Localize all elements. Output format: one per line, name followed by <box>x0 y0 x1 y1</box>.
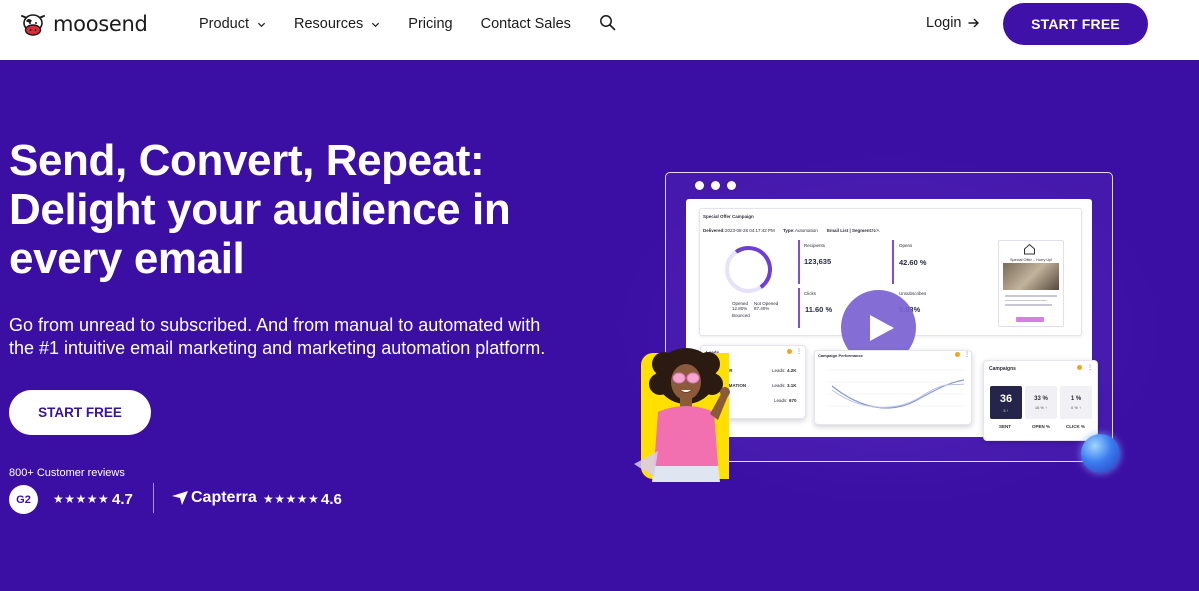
stat-label: Opens <box>899 243 913 248</box>
triangle-decoration-icon <box>634 451 658 477</box>
play-icon <box>869 314 894 341</box>
status-dot <box>787 349 792 354</box>
stat-value: 123,635 <box>804 257 832 266</box>
hero-subtitle: Go from unread to subscribed. And from m… <box>9 314 569 360</box>
stat-value: 11.60 % <box>805 305 833 314</box>
logo-wordmark: moosend <box>53 12 148 36</box>
hero-title-line: Delight your audience in <box>9 185 511 234</box>
login-link[interactable]: Login <box>926 15 980 31</box>
nav-item-contact-sales[interactable]: Contact Sales <box>481 16 571 32</box>
performance-line-chart <box>828 369 966 409</box>
stat-label: Unsubscribes <box>899 291 927 296</box>
open-stat-box: 33 % 16 % ↑ <box>1025 386 1057 419</box>
g2-rating: 4.7 <box>112 491 133 508</box>
reviews-label: 800+ Customer reviews <box>9 467 125 479</box>
click-label: CLICK % <box>1066 424 1085 429</box>
nav-item-product[interactable]: Product <box>199 16 266 32</box>
main-menu: Product Resources Pricing Contact Sales <box>199 0 599 48</box>
cow-logo-icon <box>21 14 45 36</box>
login-label: Login <box>926 15 962 31</box>
chevron-down-icon <box>372 22 380 27</box>
click-stat-box: 1 % 0 % ↑ <box>1060 386 1092 419</box>
legend-item: Bounced <box>732 313 750 318</box>
moosend-logo[interactable]: moosend <box>18 9 148 39</box>
lead-value: 3.1K <box>787 383 797 388</box>
lead-label: Leads: <box>772 383 786 388</box>
list-value: N/A <box>872 228 880 233</box>
nav-item-label: Product <box>199 16 249 32</box>
list-label: Email List | Segment: <box>827 228 873 233</box>
g2-logo-icon[interactable]: G2 <box>9 485 38 514</box>
stat-accent-line <box>798 240 800 284</box>
chevron-down-icon <box>257 22 266 27</box>
g2-stars: ★★★★★ <box>53 492 110 506</box>
sent-label: SENT <box>999 424 1012 429</box>
status-dot <box>1077 365 1082 370</box>
hero-subtitle-line: the #1 intuitive email marketing and mar… <box>9 338 546 358</box>
open-value: 33 % <box>1034 395 1048 402</box>
capterra-wordmark: Capterra <box>191 489 257 506</box>
campaigns-title: Campaigns <box>989 366 1016 372</box>
nav-item-label: Resources <box>293 16 364 32</box>
sent-value: 36 <box>999 392 1013 405</box>
stat-label: Clicks <box>804 291 816 296</box>
hero-start-free-button[interactable]: START FREE <box>9 390 151 435</box>
lead-value: 670 <box>789 398 797 403</box>
delivered-label: Delivered: <box>703 228 725 233</box>
type-label: Type: <box>783 228 795 233</box>
status-dot <box>955 352 960 357</box>
open-label: OPEN % <box>1032 424 1051 429</box>
lead-label: Leads: <box>772 368 786 373</box>
lead-label: Leads: <box>774 398 788 403</box>
start-free-button[interactable]: START FREE <box>1003 3 1148 45</box>
click-value: 1 % <box>1070 395 1082 402</box>
lead-value: 4.2K <box>787 368 797 373</box>
nav-item-label: Contact Sales <box>480 16 571 32</box>
hero-title: Send, Convert, Repeat: Delight your audi… <box>9 136 569 283</box>
delivered-value: 2023-08-28 04:17:42 PM <box>725 228 775 233</box>
stat-label: Recipients <box>804 243 826 248</box>
more-icon[interactable]: ⋮ <box>1087 364 1093 371</box>
sent-delta: 5 ↑ <box>1003 407 1009 413</box>
legend-value: 12.80% <box>732 306 748 311</box>
click-delta: 0 % ↑ <box>1070 404 1081 410</box>
capterra-stars: ★★★★★ <box>263 492 320 506</box>
open-delta: 16 % ↑ <box>1034 404 1048 410</box>
more-icon[interactable]: ⋮ <box>964 351 970 358</box>
stat-accent-line <box>798 288 800 328</box>
arrow-right-icon <box>968 18 980 28</box>
sent-stat-box: 36 5 ↑ <box>990 386 1022 419</box>
performance-title: Campaign Performance <box>818 353 863 358</box>
preview-cta <box>1016 317 1044 322</box>
search-icon[interactable] <box>599 14 616 31</box>
reviews-divider <box>153 483 154 513</box>
blue-sphere-decoration <box>1081 434 1120 473</box>
window-dots <box>695 181 743 190</box>
report-title: Special Offer Campaign <box>703 214 754 219</box>
top-navigation: moosend Product Resources Pricing Contac… <box>0 0 1199 60</box>
preview-text-lines <box>1005 295 1057 309</box>
nav-item-label: Pricing <box>408 16 453 32</box>
hero-title-line: every email <box>9 234 245 283</box>
stat-accent-line <box>892 240 894 284</box>
hero-subtitle-line: Go from unread to subscribed. And from m… <box>9 315 541 335</box>
hero-title-line: Send, Convert, Repeat: <box>9 136 485 185</box>
capterra-rating: 4.6 <box>321 491 342 508</box>
legend-value: 87.40% <box>754 306 770 311</box>
stat-value: 42.60 % <box>899 258 927 267</box>
preview-image <box>1003 263 1059 290</box>
more-icon[interactable]: ⋮ <box>796 348 802 355</box>
capterra-logo[interactable]: Capterra <box>171 489 257 507</box>
nav-item-resources[interactable]: Resources <box>294 16 380 32</box>
preview-title: Special Offer – Hurry Up! <box>1010 258 1053 262</box>
type-value: Automation <box>795 228 818 233</box>
house-icon <box>1024 243 1035 255</box>
capterra-arrow-icon <box>172 491 188 505</box>
nav-item-pricing[interactable]: Pricing <box>408 16 452 32</box>
